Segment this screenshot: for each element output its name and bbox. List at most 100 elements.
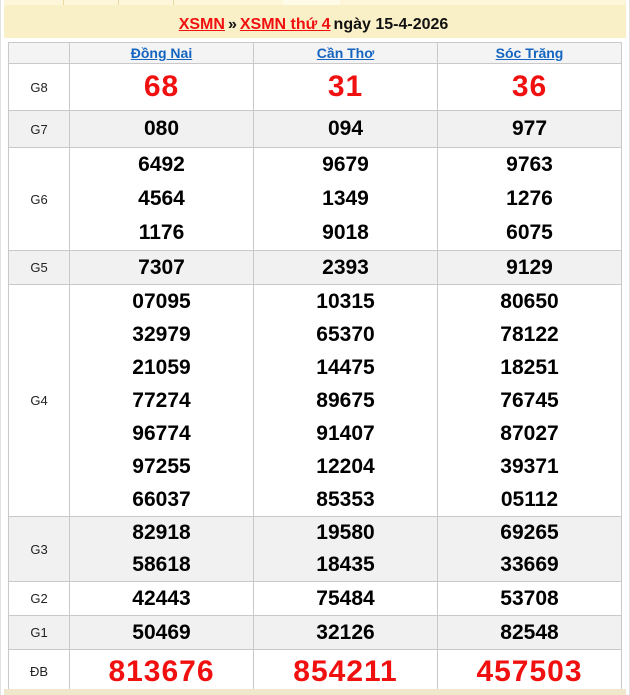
prize-cell: 82918 58618 — [69, 517, 253, 581]
prize-number: 89675 — [316, 389, 375, 412]
prize-number: 53708 — [500, 586, 559, 610]
prize-number: 50469 — [132, 620, 191, 644]
province-link[interactable]: Sóc Trăng — [496, 45, 564, 61]
prize-cell: 457503 — [437, 650, 621, 693]
prize-label: G4 — [30, 393, 48, 408]
prize-number: 85353 — [316, 488, 375, 511]
prize-number: 66037 — [132, 488, 191, 511]
column-header-cell: Cần Thơ — [253, 43, 437, 63]
province-link[interactable]: Cần Thơ — [317, 45, 374, 61]
prize-label: ĐB — [29, 664, 49, 679]
prize-cell: 07095 32979 21059 77274 96774 97255 66037 — [69, 285, 253, 516]
prize-row-g1: G1 50469 32126 82548 — [9, 616, 621, 650]
prize-number: 32979 — [132, 323, 191, 346]
prize-number: 97255 — [132, 455, 191, 478]
prize-number: 42443 — [132, 586, 191, 610]
prize-number: 10315 — [316, 290, 375, 313]
prize-number: 1176 — [138, 221, 185, 244]
prize-number: 96774 — [132, 422, 191, 445]
prize-cell: 813676 — [69, 650, 253, 693]
prize-number: 18435 — [316, 553, 375, 576]
prize-cell: 19580 18435 — [253, 517, 437, 581]
prize-number: 977 — [511, 117, 548, 140]
prize-cell: 42443 — [69, 582, 253, 615]
prize-cell: 7307 — [69, 251, 253, 284]
prize-number: 91407 — [316, 422, 375, 445]
prize-row-g2: G2 42443 75484 53708 — [9, 582, 621, 616]
prize-number: 65370 — [316, 323, 375, 346]
prize-cell: 854211 — [253, 650, 437, 693]
prize-row-g7: G7 080 094 977 — [9, 111, 621, 148]
prize-number: 854211 — [293, 654, 398, 688]
prize-number: 76745 — [500, 389, 559, 412]
prize-number: 82918 — [132, 521, 191, 544]
page: XSMN» XSMN thứ 4 ngày 15-4-2026 Đồng Nai Cầ… — [0, 0, 630, 695]
header-label-cell — [9, 43, 69, 63]
page-title: XSMN» XSMN thứ 4 ngày 15-4-2026 — [179, 16, 452, 34]
prize-number: 9129 — [506, 255, 553, 279]
prize-number: 1349 — [322, 187, 369, 210]
prize-row-g6: G6 6492 4564 1176 9679 1349 9018 9763 1276 6075 — [9, 148, 621, 251]
prize-number: 2393 — [322, 255, 369, 279]
prize-number: 080 — [143, 117, 180, 140]
prize-number: 39371 — [500, 455, 559, 478]
prize-row-g8: G8 68 31 36 — [9, 64, 621, 111]
prize-number: 31 — [327, 70, 364, 103]
prize-label: G8 — [30, 79, 48, 95]
prize-label: G1 — [30, 625, 48, 640]
prize-number: 7307 — [138, 255, 185, 279]
prize-number: 813676 — [108, 654, 215, 688]
prize-number: 9763 — [506, 153, 553, 176]
prize-row-g5: G5 7307 2393 9129 — [9, 251, 621, 285]
prize-number: 1276 — [506, 187, 553, 210]
prize-label: G6 — [30, 191, 48, 207]
prize-number: 87027 — [500, 422, 559, 445]
prize-label: G5 — [30, 260, 48, 275]
prize-number: 32126 — [316, 620, 375, 644]
prize-cell: 9129 — [437, 251, 621, 284]
prize-number: 9679 — [322, 153, 369, 176]
prize-cell: 69265 33669 — [437, 517, 621, 581]
prize-number: 05112 — [500, 488, 559, 511]
prize-number: 094 — [327, 117, 364, 140]
prize-row-đb: ĐB 813676 854211 457503 — [9, 650, 621, 693]
prize-cell: 6492 4564 1176 — [69, 148, 253, 250]
prize-label: G7 — [30, 121, 48, 137]
bottom-banner — [4, 689, 626, 695]
prize-cell: 68 — [69, 64, 253, 110]
prize-number: 78122 — [500, 323, 559, 346]
prize-cell: 50469 — [69, 616, 253, 649]
prize-number: 12204 — [316, 455, 375, 478]
prize-number: 19580 — [316, 521, 375, 544]
prize-number: 9018 — [322, 221, 369, 244]
prize-number: 21059 — [132, 356, 191, 379]
prize-cell: 36 — [437, 64, 621, 110]
prize-cell: 75484 — [253, 582, 437, 615]
prize-cell: 31 — [253, 64, 437, 110]
province-link[interactable]: Đồng Nai — [131, 45, 192, 61]
prize-number: 77274 — [132, 389, 191, 412]
prize-cell: 9679 1349 9018 — [253, 148, 437, 250]
prize-number: 68 — [143, 70, 180, 103]
prize-number: 6075 — [506, 221, 553, 244]
prize-number: 4564 — [138, 187, 185, 210]
top-tabs-strip — [4, 0, 626, 5]
prize-number: 457503 — [476, 654, 583, 688]
results-table: Đồng Nai Cần Thơ Sóc Trăng G8 68 31 36 G7 080 094… — [8, 42, 622, 694]
xsmn-day-link[interactable]: XSMN thứ 4 — [240, 16, 331, 33]
prize-number: 18251 — [500, 356, 559, 379]
prize-number: 36 — [511, 70, 548, 103]
prize-cell: 10315 65370 14475 89675 91407 12204 85353 — [253, 285, 437, 516]
prize-cell: 32126 — [253, 616, 437, 649]
prize-number: 33669 — [500, 553, 559, 576]
prize-number: 6492 — [138, 153, 185, 176]
draw-date: ngày 15-4-2026 — [333, 16, 449, 33]
prize-number: 80650 — [500, 290, 559, 313]
xsmn-link[interactable]: XSMN — [179, 16, 225, 33]
breadcrumb-separator: » — [227, 16, 237, 33]
table-header-row: Đồng Nai Cần Thơ Sóc Trăng — [9, 43, 621, 64]
prize-number: 14475 — [316, 356, 375, 379]
prize-number: 69265 — [500, 521, 559, 544]
prize-cell: 53708 — [437, 582, 621, 615]
prize-row-g4: G4 07095 32979 21059 77274 96774 97255 66037 103… — [9, 285, 621, 517]
